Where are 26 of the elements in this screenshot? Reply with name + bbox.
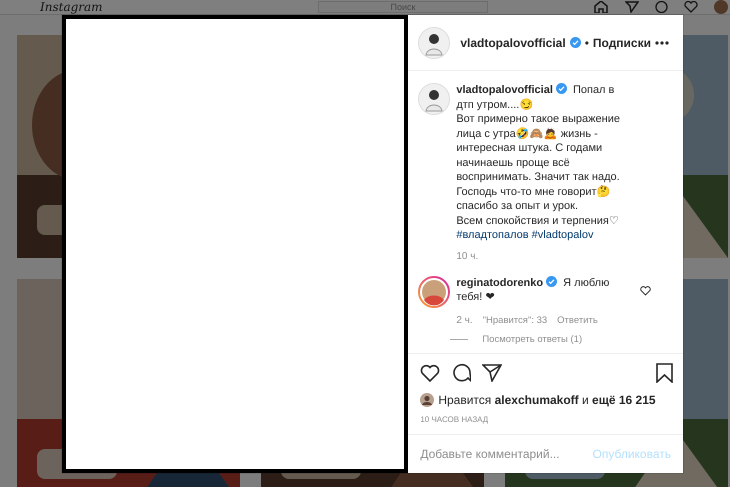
bookmark-icon[interactable] — [656, 363, 673, 383]
comment-icon[interactable] — [451, 363, 472, 383]
hashtag-link[interactable]: #vladtopalov — [532, 229, 594, 241]
username-link[interactable]: vladtopalovofficial — [460, 36, 566, 50]
logo[interactable]: Instagram — [40, 0, 300, 14]
username-link[interactable]: vladtopalovofficial — [456, 84, 553, 96]
username-link[interactable]: reginatodorenko — [456, 276, 544, 288]
more-icon[interactable] — [655, 40, 669, 44]
like-icon[interactable] — [640, 286, 652, 296]
separator-dot: • — [584, 36, 589, 50]
comment-text: reginatodorenko Я люблю тебя! ❤ — [456, 276, 610, 304]
home-icon[interactable] — [593, 1, 609, 13]
hashtag-link[interactable]: #владтопалов — [456, 229, 529, 241]
send-icon[interactable] — [482, 364, 502, 382]
heart-icon[interactable] — [684, 1, 698, 13]
like-icon[interactable] — [420, 364, 440, 382]
avatar[interactable] — [418, 26, 450, 58]
post-time: 10 ч. — [456, 250, 480, 262]
avatar[interactable] — [418, 83, 450, 115]
post-caption: vladtopalovofficial Попал в дтп утром....😏 Вот примерно такое выражение лица с утра🤣🙈🙇 жизнь - интересная штука. С годами начинаешь проще всё воспринимать. Значит так надо. Господь что-то мне говорит🤔 спасибо за опыт и урок. Всем спокойствия и терпения♡ #владтопалов #vladtopalov — [456, 83, 621, 242]
compass-icon[interactable] — [655, 1, 668, 13]
post-date: 10 ЧАСОВ НАЗАД — [419, 414, 490, 426]
following-button[interactable]: Подписки — [592, 36, 651, 50]
avatar[interactable] — [420, 393, 434, 407]
comment-time: 2 ч. — [456, 314, 473, 326]
likes-summary: Нравится alexchumakoff и ещё 16 215 — [438, 393, 656, 407]
